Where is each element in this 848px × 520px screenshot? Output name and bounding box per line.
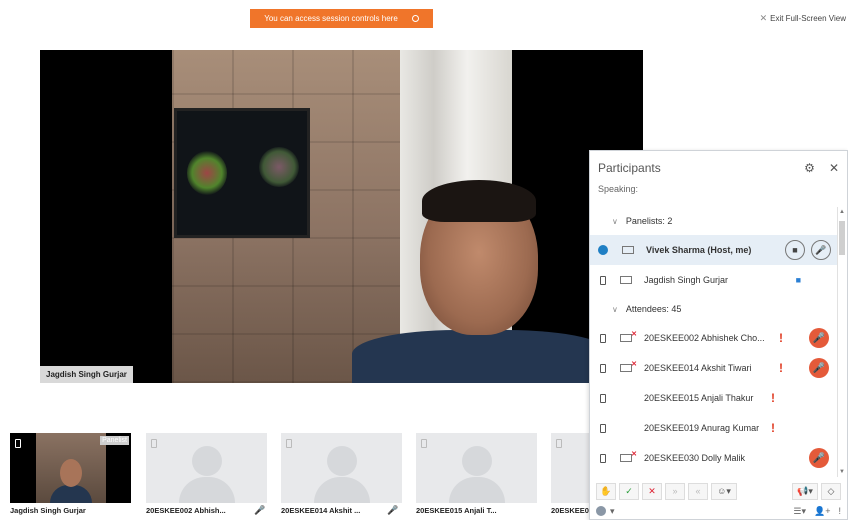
list-view-icon[interactable]: ☰▾	[793, 506, 806, 517]
participant-name: 20ESKEE014 Akshit Tiwari	[644, 363, 752, 373]
participants-panel: Participants ⚙ ✕ Speaking: ∨ Panelists: …	[589, 150, 848, 520]
thumbnail-name: 20ESKEE002 Abhish...	[146, 506, 226, 515]
thumbnail-name: Jagdish Singh Gurjar	[10, 506, 86, 515]
alert-icon: !	[771, 421, 775, 435]
device-icon	[600, 423, 606, 433]
list-item[interactable]: 20ESKEE015 Anjali Thakur !	[590, 383, 837, 413]
go-faster-button[interactable]: »	[665, 482, 685, 500]
video-thumbnail[interactable]: Panelist	[10, 433, 131, 503]
host-icon	[598, 245, 608, 255]
no-button[interactable]: ✕	[642, 482, 662, 500]
mute-toggle-button[interactable]: 🎤	[811, 240, 831, 260]
chevron-down-icon: ∨	[612, 304, 618, 314]
participant-list: ∨ Panelists: 2 Vivek Sharma (Host, me) ■…	[590, 207, 837, 477]
video-thumbnail[interactable]	[281, 433, 402, 503]
muted-mic-icon[interactable]: 🎤	[809, 358, 829, 378]
exit-fullscreen-label: Exit Full-Screen View	[770, 14, 846, 23]
muted-mic-icon: 🎤	[254, 505, 266, 515]
banner-dismiss-icon[interactable]	[411, 15, 419, 22]
device-icon	[600, 393, 606, 403]
scrollbar[interactable]: ▲ ▼	[837, 207, 846, 477]
screen-icon	[620, 276, 632, 284]
device-icon	[600, 333, 606, 343]
device-icon	[421, 439, 427, 448]
video-thumbnail[interactable]	[146, 433, 267, 503]
thumbnail-name: 20ESKEE015 Anjali T...	[416, 506, 497, 515]
muted-mic-icon[interactable]: 🎤	[809, 448, 829, 468]
yes-button[interactable]: ✓	[619, 482, 639, 500]
gear-icon[interactable]: ⚙	[804, 161, 815, 175]
chevron-down-icon[interactable]: ▾	[610, 506, 615, 517]
panelist-badge: Panelist	[100, 436, 129, 445]
alert-icon: !	[779, 331, 783, 345]
list-item[interactable]: ✕ 20ESKEE002 Abhishek Cho... ! 🎤	[590, 323, 837, 353]
participant-name: Jagdish Singh Gurjar	[644, 275, 729, 285]
feedback-toolbar: ✋ ✓ ✕ » « ☺▾ 📢▾ ◇	[590, 481, 847, 501]
screen-icon	[622, 246, 634, 254]
close-icon[interactable]: ✕	[829, 161, 839, 175]
video-off-icon: ✕	[620, 361, 637, 372]
list-item[interactable]: Vivek Sharma (Host, me) ■ 🎤	[590, 235, 837, 265]
alert-icon: !	[779, 361, 783, 375]
participant-name: 20ESKEE015 Anjali Thakur	[644, 393, 754, 403]
device-icon	[556, 439, 562, 448]
raise-hand-button[interactable]: ✋	[596, 482, 616, 500]
scroll-down-icon[interactable]: ▼	[839, 469, 845, 475]
participant-name: 20ESKEE002 Abhishek Cho...	[644, 333, 765, 343]
go-slower-button[interactable]: «	[688, 482, 708, 500]
video-thumbnail[interactable]	[416, 433, 537, 503]
exit-fullscreen-button[interactable]: ✕ Exit Full-Screen View	[760, 13, 846, 24]
meeting-window: You can access session controls here ✕ E…	[0, 0, 848, 520]
video-off-icon: ✕	[620, 451, 637, 462]
device-icon	[151, 439, 157, 448]
video-scene	[172, 50, 612, 383]
alert-icon: !	[771, 391, 775, 405]
status-icon[interactable]	[596, 506, 606, 516]
banner-text: You can access session controls here	[264, 14, 398, 23]
list-item[interactable]: ✕ 20ESKEE030 Dolly Malik 🎤	[590, 443, 837, 473]
announce-button[interactable]: 📢▾	[792, 482, 818, 500]
speaking-label: Speaking:	[598, 184, 639, 194]
video-thumbnail[interactable]	[551, 433, 591, 503]
status-toolbar: ▾ ☰▾ 👤+ !	[590, 503, 847, 519]
thumbnail-name: 20ESKEE014 Akshit ...	[281, 506, 361, 515]
camera-icon: ■	[795, 275, 801, 285]
panel-title: Participants	[598, 160, 661, 175]
attendees-section-header[interactable]: ∨ Attendees: 45	[590, 295, 837, 323]
device-icon	[15, 439, 21, 448]
muted-mic-icon[interactable]: 🎤	[809, 328, 829, 348]
add-user-icon[interactable]: 👤+	[814, 506, 830, 517]
eraser-button[interactable]: ◇	[821, 482, 841, 500]
chevron-down-icon: ∨	[612, 216, 618, 226]
close-icon: ✕	[759, 13, 768, 23]
participant-name: 20ESKEE019 Anurag Kumar	[644, 423, 760, 433]
session-controls-banner[interactable]: You can access session controls here	[250, 9, 433, 28]
scrollbar-thumb[interactable]	[839, 221, 845, 255]
alert-icon[interactable]: !	[838, 506, 841, 517]
emoji-button[interactable]: ☺▾	[711, 482, 737, 500]
device-icon	[600, 363, 606, 373]
speaker-name-tag: Jagdish Singh Gurjar	[40, 366, 133, 383]
device-icon	[600, 453, 606, 463]
list-item[interactable]: 20ESKEE019 Anurag Kumar !	[590, 413, 837, 443]
main-video: Jagdish Singh Gurjar	[40, 50, 643, 383]
video-off-icon: ✕	[620, 331, 637, 342]
scroll-up-icon[interactable]: ▲	[839, 209, 845, 215]
device-icon	[600, 275, 606, 285]
participant-name: Vivek Sharma (Host, me)	[646, 245, 752, 255]
panelists-section-header[interactable]: ∨ Panelists: 2	[590, 207, 837, 235]
thumbnail-name: 20ESKEE0	[551, 506, 589, 515]
list-item[interactable]: ✕ 20ESKEE014 Akshit Tiwari ! 🎤	[590, 353, 837, 383]
participant-name: 20ESKEE030 Dolly Malik	[644, 453, 746, 463]
video-toggle-button[interactable]: ■	[785, 240, 805, 260]
muted-mic-icon: 🎤	[387, 505, 399, 515]
list-item[interactable]: Jagdish Singh Gurjar ■	[590, 265, 837, 295]
device-icon	[286, 439, 292, 448]
